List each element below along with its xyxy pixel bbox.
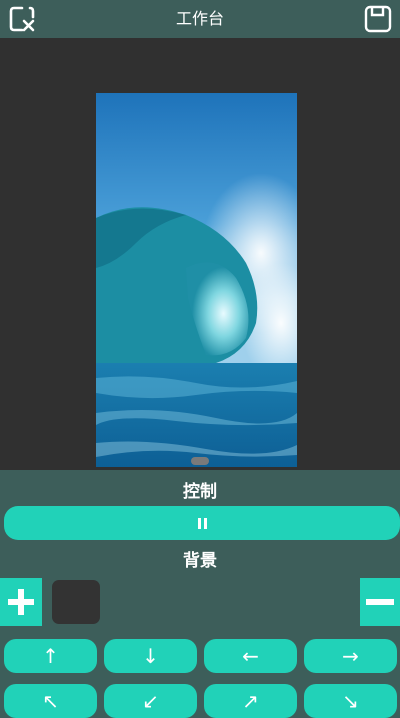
preview-resize-handle[interactable] xyxy=(191,457,209,465)
pause-icon xyxy=(197,517,207,529)
control-section-title: 控制 xyxy=(183,482,217,502)
canvas-image[interactable] xyxy=(96,93,297,467)
background-section-title: 背景 xyxy=(183,551,217,571)
move-right-button[interactable]: → xyxy=(304,639,397,673)
move-up-right-button[interactable]: ↗ xyxy=(204,684,297,718)
header-bar: 工作台 xyxy=(0,0,400,38)
save-icon xyxy=(364,5,392,33)
ocean-wave-image xyxy=(96,93,297,467)
preview-area xyxy=(0,38,400,470)
move-down-left-button[interactable]: ↙ xyxy=(104,684,197,718)
save-button[interactable] xyxy=(364,5,392,33)
page-title: 工作台 xyxy=(175,9,224,28)
move-up-button[interactable]: ↑ xyxy=(4,639,97,673)
move-up-left-button[interactable]: ↖ xyxy=(4,684,97,718)
move-down-right-button[interactable]: ↘ xyxy=(304,684,397,718)
minus-icon xyxy=(366,599,394,605)
background-color-swatch[interactable] xyxy=(52,580,100,624)
plus-icon xyxy=(8,589,34,615)
remove-background-button[interactable] xyxy=(360,578,400,626)
add-background-button[interactable] xyxy=(0,578,42,626)
move-left-button[interactable]: ← xyxy=(204,639,297,673)
move-down-button[interactable]: ↓ xyxy=(104,639,197,673)
pause-button[interactable] xyxy=(4,506,400,540)
